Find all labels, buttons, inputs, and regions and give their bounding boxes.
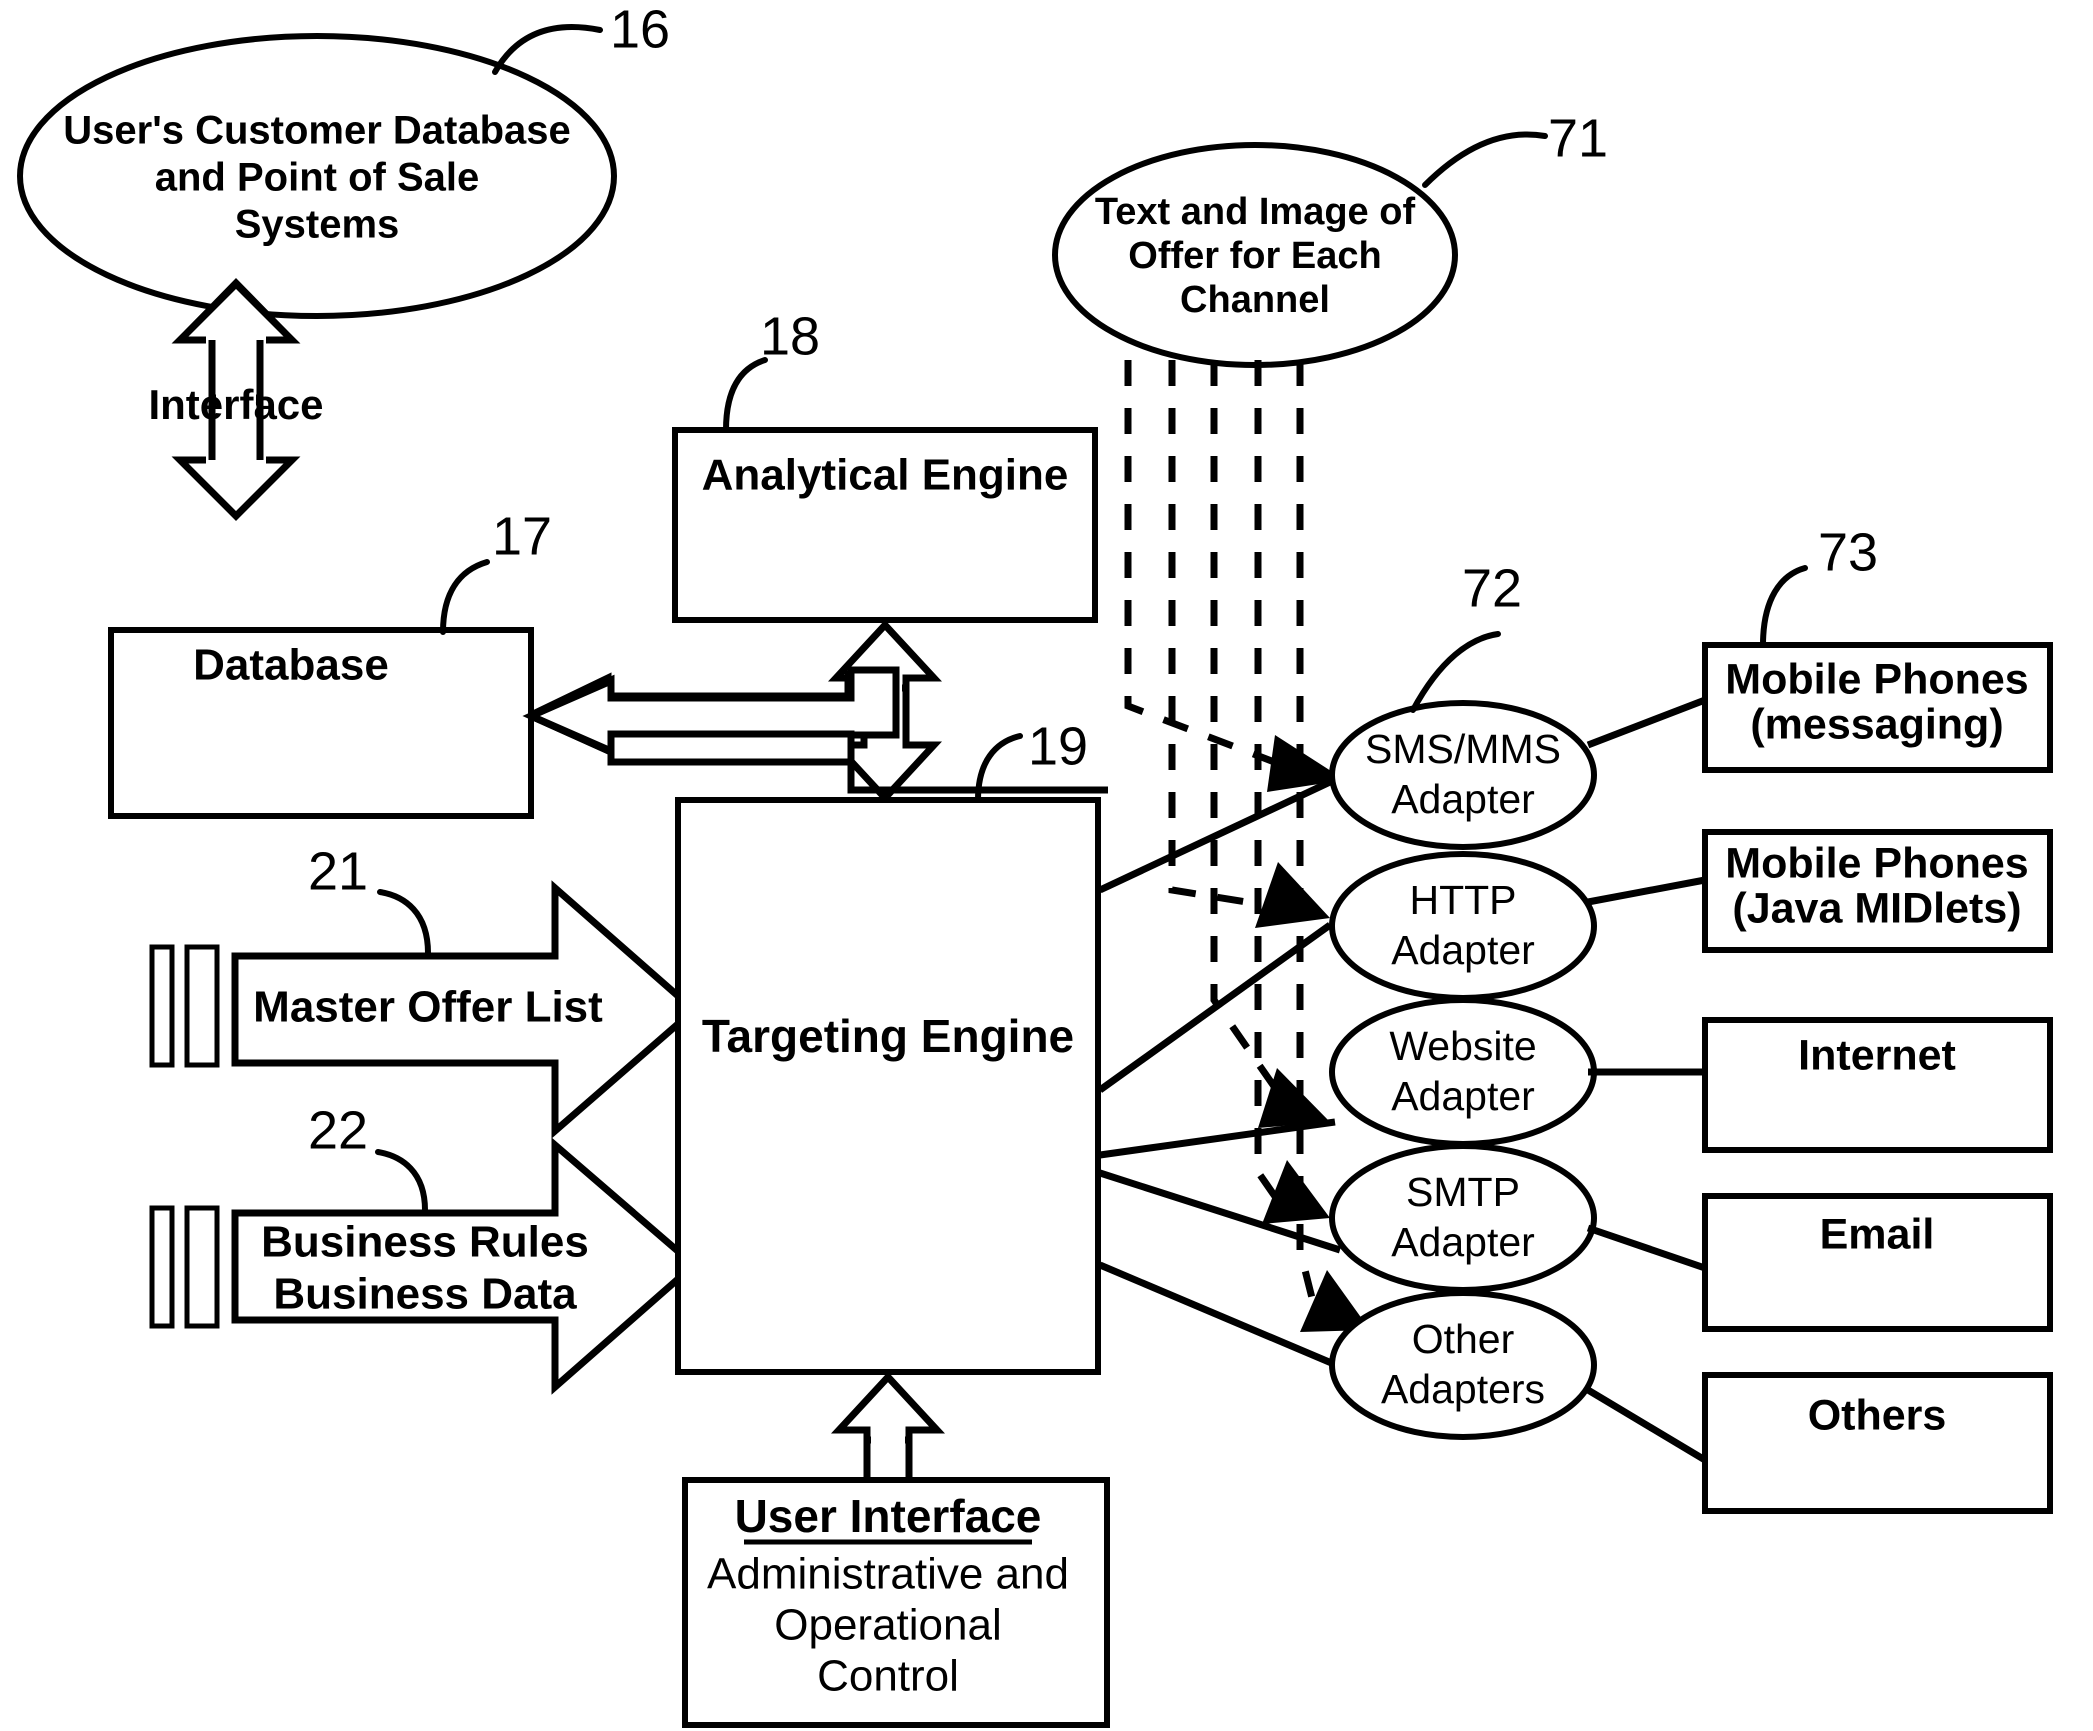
- leader-line-21: [377, 889, 431, 956]
- analytical-engine-label: Analytical Engine: [702, 451, 1069, 500]
- leader-line-16: [492, 24, 603, 75]
- business-rules-bar-2: [184, 1205, 220, 1329]
- user-interface-label-line2: Operational: [774, 1601, 1001, 1650]
- channel-others[interactable]: Others: [1702, 1372, 2053, 1514]
- node-customer-database[interactable]: User's Customer Database and Point of Sa…: [17, 33, 617, 319]
- leader-line-73: [1760, 565, 1808, 648]
- patent-figure-canvas: User's Customer Database and Point of Sa…: [0, 0, 2093, 1731]
- sms-mms-adapter-label-line1: SMS/MMS: [1365, 726, 1561, 772]
- ref-numeral-72: 72: [1462, 558, 1522, 618]
- channel-internet[interactable]: Internet: [1702, 1017, 2053, 1153]
- other-adapters-label-line2: Adapters: [1381, 1366, 1545, 1412]
- http-adapter-label-line2: Adapter: [1391, 927, 1535, 973]
- leader-line-22: [375, 1149, 428, 1213]
- node-offer-source[interactable]: Text and Image of Offer for Each Channel: [1052, 142, 1458, 368]
- channel-email[interactable]: Email: [1702, 1193, 2053, 1332]
- http-adapter-label-line1: HTTP: [1409, 877, 1516, 923]
- ref-numeral-21: 21: [308, 841, 368, 901]
- adapter-http[interactable]: HTTP Adapter: [1329, 851, 1597, 1001]
- website-adapter-label-line2: Adapter: [1391, 1073, 1535, 1119]
- other-adapters-label-line1: Other: [1412, 1316, 1515, 1362]
- node-targeting-engine[interactable]: Targeting Engine: [675, 797, 1101, 1375]
- customer-database-label-line2: and Point of Sale: [155, 156, 479, 200]
- mobile-phones-messaging-label-line2: (messaging): [1750, 700, 2003, 748]
- adapter-website[interactable]: Website Adapter: [1329, 997, 1597, 1147]
- ref-numeral-19: 19: [1028, 716, 1088, 776]
- master-offer-list-bar-2: [184, 944, 220, 1068]
- master-offer-list-label: Master Offer List: [253, 983, 603, 1032]
- dashed-line-to-http-adapter: [1168, 360, 1266, 909]
- leader-line-71: [1422, 131, 1548, 188]
- system-architecture-diagram: User's Customer Database and Point of Sa…: [17, 0, 2053, 1728]
- mobile-phones-midlets-label-line1: Mobile Phones: [1725, 839, 2028, 887]
- channel-mobile-phones-java-midlets[interactable]: Mobile Phones (Java MIDlets): [1702, 829, 2053, 953]
- mobile-phones-midlets-label-line2: (Java MIDlets): [1732, 884, 2021, 932]
- website-adapter-label-line1: Website: [1389, 1023, 1536, 1069]
- dashed-line-to-other-adapters: [1296, 360, 1319, 1311]
- user-interface-label-line3: Control: [817, 1652, 959, 1701]
- internet-label: Internet: [1798, 1031, 1956, 1079]
- leader-line-18: [723, 357, 768, 433]
- node-user-interface[interactable]: User Interface Administrative and Operat…: [682, 1477, 1110, 1728]
- ref-numeral-18: 18: [760, 306, 820, 366]
- customer-database-label-line3: Systems: [235, 203, 400, 247]
- arrowhead-to-http-adapter: [1255, 862, 1330, 928]
- customer-database-label-line1: User's Customer Database: [63, 109, 571, 153]
- others-label: Others: [1808, 1391, 1947, 1439]
- database-label: Database: [193, 641, 389, 690]
- business-rules-label-line1: Business Rules: [261, 1218, 589, 1267]
- offer-source-label-line3: Channel: [1180, 279, 1330, 321]
- master-offer-list-bar-1: [149, 944, 175, 1068]
- node-database[interactable]: Database: [108, 627, 534, 819]
- targeting-engine-label: Targeting Engine: [702, 1010, 1074, 1062]
- leader-line-17: [440, 559, 490, 635]
- line-other-to-others: [1586, 1386, 1707, 1464]
- user-interface-label-line1: Administrative and: [707, 1550, 1069, 1599]
- smtp-adapter-label-line1: SMTP: [1406, 1169, 1520, 1215]
- engines-to-database-arrow: [522, 666, 900, 766]
- ref-numeral-17: 17: [492, 506, 552, 566]
- dashed-line-to-sms-adapter: [1124, 360, 1292, 772]
- user-interface-title: User Interface: [735, 1490, 1042, 1542]
- smtp-adapter-label-line2: Adapter: [1391, 1219, 1535, 1265]
- adapter-other[interactable]: Other Adapters: [1329, 1290, 1597, 1440]
- business-rules-label-line2: Business Data: [273, 1270, 577, 1319]
- channel-mobile-phones-messaging[interactable]: Mobile Phones (messaging): [1702, 642, 2053, 773]
- sms-mms-adapter-label-line2: Adapter: [1391, 776, 1535, 822]
- line-targeting-to-sms-adapter: [1098, 771, 1347, 894]
- leader-line-72: [1410, 631, 1501, 713]
- business-rules-bar-1: [149, 1205, 175, 1329]
- adapter-sms-mms[interactable]: SMS/MMS Adapter: [1329, 700, 1597, 850]
- line-sms-to-mobile-messaging: [1586, 696, 1707, 749]
- targeting-engine-box: [675, 797, 1101, 1375]
- ref-numeral-22: 22: [308, 1100, 368, 1160]
- line-smtp-to-email: [1586, 1224, 1707, 1272]
- email-label: Email: [1820, 1210, 1935, 1258]
- adapter-smtp[interactable]: SMTP Adapter: [1329, 1143, 1597, 1293]
- node-analytical-engine[interactable]: Analytical Engine: [672, 427, 1098, 623]
- offer-source-label-line1: Text and Image of: [1095, 191, 1416, 233]
- ref-numeral-71: 71: [1548, 108, 1608, 168]
- interface-label: Interface: [148, 381, 323, 428]
- ref-numeral-16: 16: [610, 0, 670, 59]
- ref-numeral-73: 73: [1818, 522, 1878, 582]
- db-arrow-placeholder: [522, 666, 900, 766]
- line-http-to-mobile-midlets: [1587, 876, 1706, 906]
- node-business-rules[interactable]: Business Rules Business Data: [149, 1137, 700, 1395]
- offer-source-label-line2: Offer for Each: [1128, 235, 1381, 277]
- mobile-phones-messaging-label-line1: Mobile Phones: [1725, 655, 2028, 703]
